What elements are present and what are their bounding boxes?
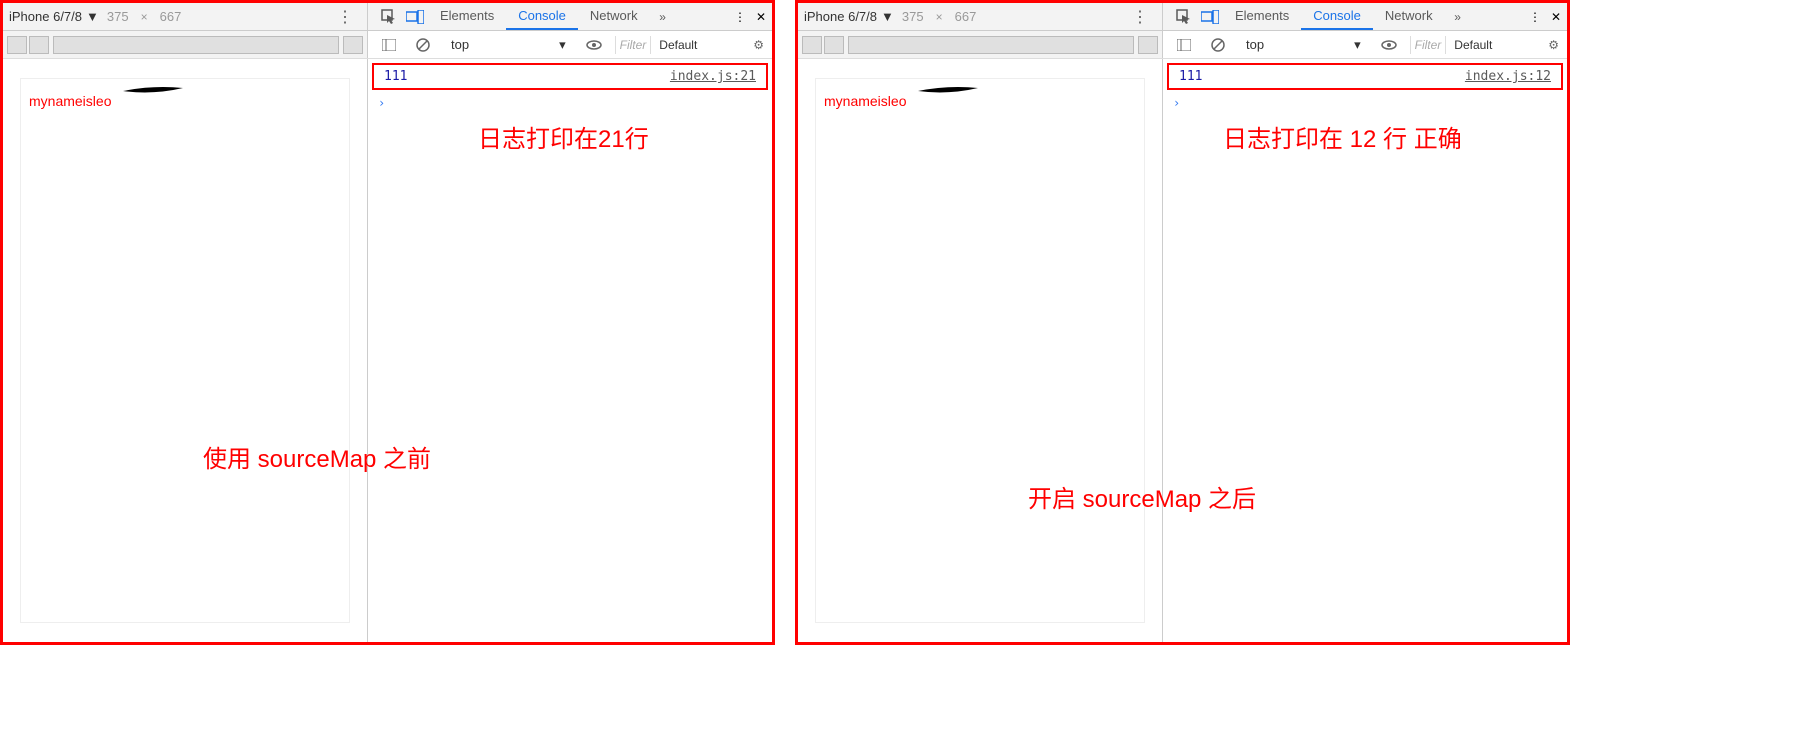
console-prompt[interactable]: › (368, 94, 772, 112)
preview-toolbar (798, 31, 1163, 58)
gear-icon[interactable]: ⚙ (1548, 38, 1559, 52)
sidebar-toggle-icon[interactable] (376, 39, 402, 51)
dimension-separator: × (932, 10, 947, 24)
filter-input[interactable]: Filter (615, 36, 652, 54)
content: mynameisleo 111 index.js:12 › 日志打印在 12 行… (798, 59, 1567, 642)
more-tabs-icon[interactable]: » (650, 3, 676, 30)
address-bar[interactable] (53, 36, 339, 54)
tab-network[interactable]: Network (578, 3, 650, 30)
chevron-down-icon: ▾ (1354, 37, 1361, 53)
close-icon[interactable]: ✕ (756, 10, 766, 24)
console-toolbar: top ▾ Filter Default ⚙ (1163, 31, 1567, 58)
log-source-link[interactable]: index.js:12 (1465, 69, 1551, 84)
console-output: 111 index.js:21 › 日志打印在21行 (368, 59, 772, 642)
console-log-row: 111 index.js:12 (1167, 63, 1563, 90)
sub-toolbar: top ▾ Filter Default ⚙ (3, 31, 772, 59)
device-toolbar: iPhone 6/7/8 ▼ 375 × 667 ⋮ (798, 3, 1163, 30)
console-output: 111 index.js:12 › 日志打印在 12 行 正确 (1163, 59, 1567, 642)
device-toggle-icon[interactable] (402, 3, 428, 30)
console-toolbar: top ▾ Filter Default ⚙ (368, 31, 772, 58)
log-level-select[interactable]: Default (1454, 38, 1492, 52)
toolbar-button[interactable] (343, 36, 363, 54)
inspect-icon[interactable] (1171, 3, 1197, 30)
annotation-caption: 开启 sourceMap 之后 (1028, 479, 1256, 514)
clear-console-icon[interactable] (1205, 38, 1231, 52)
viewport: mynameisleo (816, 79, 1144, 622)
annotation-caption: 使用 sourceMap 之前 (203, 439, 431, 474)
swoosh-graphic (123, 87, 183, 95)
address-bar[interactable] (848, 36, 1134, 54)
device-toggle-icon[interactable] (1197, 3, 1223, 30)
chevron-down-icon: ▼ (881, 9, 894, 24)
tab-console[interactable]: Console (1301, 3, 1373, 30)
context-label: top (1246, 37, 1264, 52)
console-prompt[interactable]: › (1163, 94, 1567, 112)
more-icon[interactable]: ⋮ (1124, 7, 1156, 27)
gear-icon[interactable]: ⚙ (753, 38, 764, 52)
kebab-icon[interactable]: ⋮ (734, 10, 746, 24)
context-select[interactable]: top ▾ (1239, 34, 1368, 56)
panel-after: iPhone 6/7/8 ▼ 375 × 667 ⋮ Elements Cons… (795, 0, 1570, 645)
log-value: 111 (384, 69, 407, 84)
content: mynameisleo 111 index.js:21 › 日志打印在21行 使… (3, 59, 772, 642)
chevron-down-icon: ▾ (559, 37, 566, 53)
filter-input[interactable]: Filter (1410, 36, 1447, 54)
panel-before: iPhone 6/7/8 ▼ 375 × 667 ⋮ Elements Cons… (0, 0, 775, 645)
top-bar: iPhone 6/7/8 ▼ 375 × 667 ⋮ Elements Cons… (798, 3, 1567, 31)
device-name: iPhone 6/7/8 (9, 9, 82, 24)
toolbar-button[interactable] (802, 36, 822, 54)
device-height: 667 (955, 9, 977, 24)
page-text: mynameisleo (824, 93, 906, 109)
live-expression-icon[interactable] (581, 39, 607, 51)
device-toolbar: iPhone 6/7/8 ▼ 375 × 667 ⋮ (3, 3, 368, 30)
device-width: 375 (902, 9, 924, 24)
toolbar-button[interactable] (824, 36, 844, 54)
device-width: 375 (107, 9, 129, 24)
dimension-separator: × (137, 10, 152, 24)
log-level-select[interactable]: Default (659, 38, 697, 52)
tab-elements[interactable]: Elements (428, 3, 506, 30)
inspect-icon[interactable] (376, 3, 402, 30)
devtools-tabbar: Elements Console Network » ⋮ ✕ (368, 3, 772, 30)
more-tabs-icon[interactable]: » (1445, 3, 1471, 30)
toolbar-button[interactable] (7, 36, 27, 54)
device-select[interactable]: iPhone 6/7/8 ▼ (9, 9, 99, 24)
context-select[interactable]: top ▾ (444, 34, 573, 56)
top-bar: iPhone 6/7/8 ▼ 375 × 667 ⋮ Elements Cons… (3, 3, 772, 31)
annotation-line: 日志打印在21行 (478, 119, 649, 154)
device-preview: mynameisleo (3, 59, 368, 642)
tab-network[interactable]: Network (1373, 3, 1445, 30)
sidebar-toggle-icon[interactable] (1171, 39, 1197, 51)
preview-toolbar (3, 31, 368, 58)
tab-elements[interactable]: Elements (1223, 3, 1301, 30)
chevron-down-icon: ▼ (86, 9, 99, 24)
viewport: mynameisleo (21, 79, 349, 622)
live-expression-icon[interactable] (1376, 39, 1402, 51)
devtools-tabbar: Elements Console Network » ⋮ ✕ (1163, 3, 1567, 30)
device-name: iPhone 6/7/8 (804, 9, 877, 24)
swoosh-graphic (918, 87, 978, 95)
more-icon[interactable]: ⋮ (329, 7, 361, 27)
toolbar-button[interactable] (1138, 36, 1158, 54)
device-height: 667 (160, 9, 182, 24)
toolbar-button[interactable] (29, 36, 49, 54)
log-value: 111 (1179, 69, 1202, 84)
console-log-row: 111 index.js:21 (372, 63, 768, 90)
log-source-link[interactable]: index.js:21 (670, 69, 756, 84)
clear-console-icon[interactable] (410, 38, 436, 52)
device-preview: mynameisleo (798, 59, 1163, 642)
sub-toolbar: top ▾ Filter Default ⚙ (798, 31, 1567, 59)
device-select[interactable]: iPhone 6/7/8 ▼ (804, 9, 894, 24)
tab-console[interactable]: Console (506, 3, 578, 30)
kebab-icon[interactable]: ⋮ (1529, 10, 1541, 24)
context-label: top (451, 37, 469, 52)
annotation-line: 日志打印在 12 行 正确 (1223, 119, 1462, 154)
page-text: mynameisleo (29, 93, 111, 109)
close-icon[interactable]: ✕ (1551, 10, 1561, 24)
